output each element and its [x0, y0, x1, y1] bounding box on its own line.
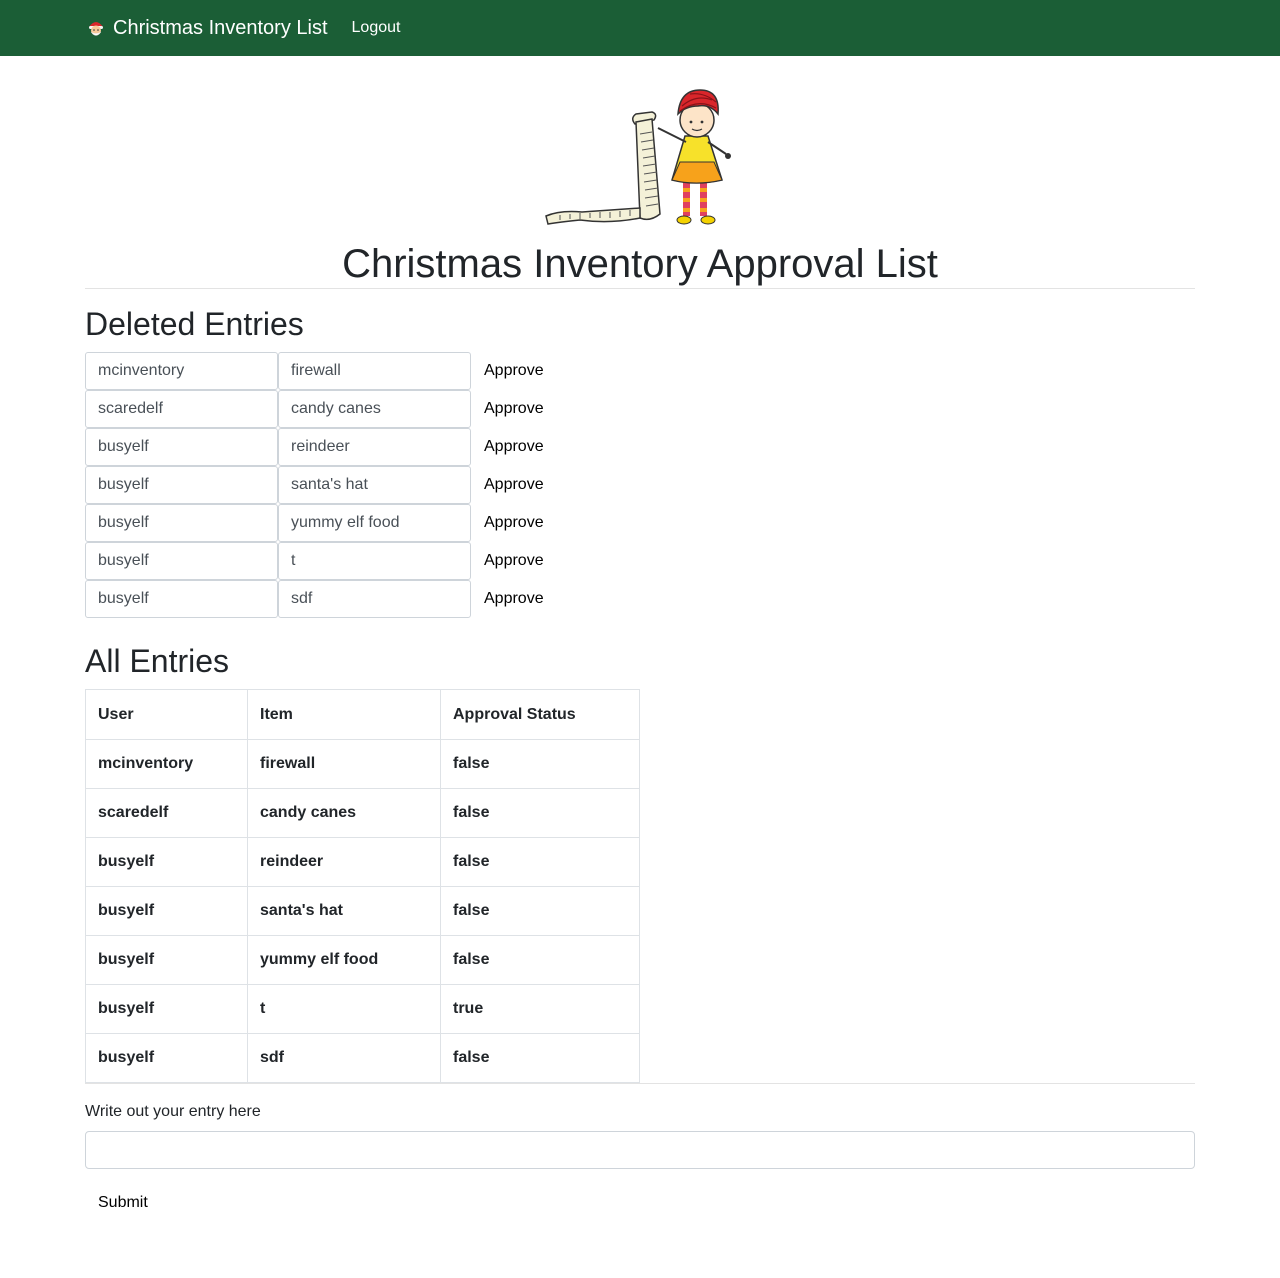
table-row: busyelf sdf false — [85, 1033, 640, 1084]
deleted-user-field[interactable] — [85, 466, 278, 505]
approve-button[interactable]: Approve — [484, 552, 544, 570]
approve-button[interactable]: Approve — [484, 438, 544, 456]
cell-user: busyelf — [85, 837, 248, 888]
deleted-user-field[interactable] — [85, 352, 278, 391]
cell-user: busyelf — [85, 984, 248, 1035]
column-header-approval-status: Approval Status — [440, 689, 640, 741]
deleted-item-field[interactable] — [278, 466, 471, 505]
deleted-user-field[interactable] — [85, 428, 278, 467]
deleted-entry-row: Approve — [85, 352, 1195, 391]
cell-user: busyelf — [85, 886, 248, 937]
approve-button[interactable]: Approve — [484, 400, 544, 418]
table-header-row: User Item Approval Status — [85, 689, 640, 741]
table-row: busyelf santa's hat false — [85, 886, 640, 937]
cell-status: false — [440, 837, 640, 888]
elf-with-list-illustration — [545, 89, 731, 225]
cell-item: yummy elf food — [247, 935, 441, 986]
cell-status: true — [440, 984, 640, 1035]
cell-status: false — [440, 935, 640, 986]
cell-status: false — [440, 788, 640, 839]
column-header-item: Item — [247, 689, 441, 741]
page-title: Christmas Inventory Approval List — [342, 242, 938, 286]
deleted-entry-row: Approve — [85, 390, 1195, 429]
hero: Christmas Inventory Approval List — [85, 56, 1195, 288]
cell-user: busyelf — [85, 935, 248, 986]
deleted-item-field[interactable] — [278, 542, 471, 581]
all-entries-table: User Item Approval Status mcinventory fi… — [85, 689, 640, 1084]
divider — [85, 1083, 1195, 1085]
table-row: mcinventory firewall false — [85, 739, 640, 790]
brand-link[interactable]: Christmas Inventory List — [86, 17, 328, 40]
cell-user: scaredelf — [85, 788, 248, 839]
navbar: Christmas Inventory List Logout — [0, 0, 1280, 56]
deleted-user-field[interactable] — [85, 542, 278, 581]
deleted-item-field[interactable] — [278, 428, 471, 467]
deleted-item-field[interactable] — [278, 352, 471, 391]
cell-user: busyelf — [85, 1033, 248, 1084]
divider — [85, 288, 1195, 289]
logout-link[interactable]: Logout — [352, 19, 401, 37]
cell-item: santa's hat — [247, 886, 441, 937]
approve-button[interactable]: Approve — [484, 590, 544, 608]
table-row: busyelf t true — [85, 984, 640, 1035]
submit-button[interactable]: Submit — [98, 1194, 148, 1212]
santa-face-icon — [89, 22, 103, 36]
cell-item: sdf — [247, 1033, 441, 1084]
brand-text: Christmas Inventory List — [113, 16, 328, 39]
cell-item: candy canes — [247, 788, 441, 839]
deleted-entry-row: Approve — [85, 504, 1195, 543]
deleted-entry-row: Approve — [85, 428, 1195, 467]
deleted-item-field[interactable] — [278, 580, 471, 619]
approve-button[interactable]: Approve — [484, 476, 544, 494]
cell-status: false — [440, 739, 640, 790]
deleted-entry-row: Approve — [85, 542, 1195, 581]
cell-user: mcinventory — [85, 739, 248, 790]
cell-status: false — [440, 886, 640, 937]
cell-item: reindeer — [247, 837, 441, 888]
entry-field-label: Write out your entry here — [85, 1103, 261, 1121]
main-container: Christmas Inventory Approval List Delete… — [85, 56, 1195, 1212]
cell-item: firewall — [247, 739, 441, 790]
deleted-entries-list: Approve Approve Approve Approve Approve … — [85, 352, 1195, 619]
approve-button[interactable]: Approve — [484, 514, 544, 532]
entry-input[interactable] — [85, 1131, 1195, 1170]
column-header-user: User — [85, 689, 248, 741]
deleted-item-field[interactable] — [278, 504, 471, 543]
deleted-entry-row: Approve — [85, 466, 1195, 505]
deleted-entries-heading: Deleted Entries — [85, 306, 304, 342]
cell-item: t — [247, 984, 441, 1035]
deleted-user-field[interactable] — [85, 390, 278, 429]
table-row: scaredelf candy canes false — [85, 788, 640, 839]
deleted-entry-row: Approve — [85, 580, 1195, 619]
all-entries-heading: All Entries — [85, 643, 230, 680]
deleted-item-field[interactable] — [278, 390, 471, 429]
deleted-user-field[interactable] — [85, 580, 278, 619]
approve-button[interactable]: Approve — [484, 362, 544, 380]
deleted-user-field[interactable] — [85, 504, 278, 543]
table-row: busyelf yummy elf food false — [85, 935, 640, 986]
cell-status: false — [440, 1033, 640, 1084]
table-row: busyelf reindeer false — [85, 837, 640, 888]
